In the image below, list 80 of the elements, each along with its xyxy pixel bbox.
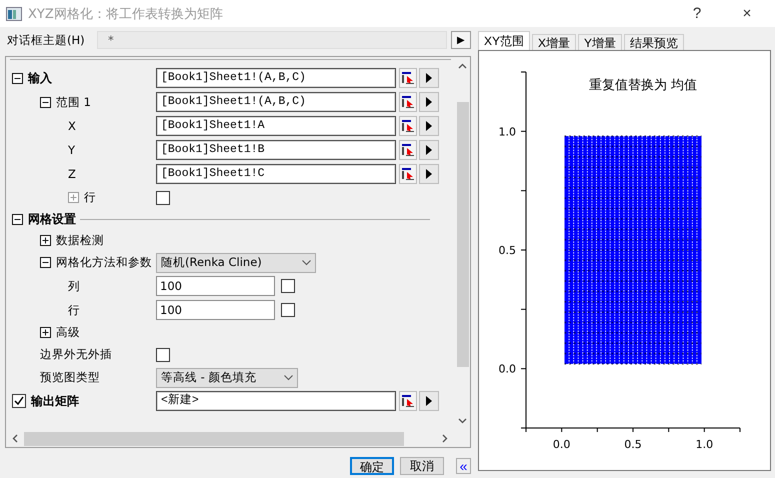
chart-title: 重复值替换为 均值 xyxy=(588,78,698,93)
arrow-button[interactable] xyxy=(419,164,439,184)
collapse-icon[interactable] xyxy=(12,72,23,84)
select-range-icon[interactable] xyxy=(399,92,417,112)
tab[interactable]: 结果预览 xyxy=(624,34,684,50)
row-label: 边界外无外插 xyxy=(40,347,112,362)
play-icon xyxy=(426,121,432,131)
window-title: XYZ网格化：将工作表转换为矩阵 xyxy=(28,6,224,22)
x-tick-label: 0.5 xyxy=(624,438,642,451)
number-field[interactable]: 100 xyxy=(156,276,275,296)
number-field[interactable]: 100 xyxy=(156,300,275,320)
select-range-icon[interactable] xyxy=(399,140,417,160)
select-range-icon[interactable] xyxy=(399,164,417,184)
y-tick-label: 1.0 xyxy=(498,125,516,138)
play-icon xyxy=(426,169,432,179)
checkbox[interactable] xyxy=(281,279,295,293)
play-icon xyxy=(426,97,432,107)
help-button[interactable]: ? xyxy=(675,5,719,22)
theme-field[interactable]: * xyxy=(97,31,447,49)
play-icon xyxy=(426,145,432,155)
dropdown[interactable]: 随机(Renka Cline) xyxy=(156,252,316,272)
range-field[interactable]: [Book1]Sheet1!A xyxy=(156,116,396,136)
arrow-button[interactable] xyxy=(419,391,439,411)
row-label: 网格化方法和参数 xyxy=(56,255,152,270)
row-label: 预览图类型 xyxy=(40,370,100,385)
theme-label: 对话框主题(H) xyxy=(7,32,86,48)
scroll-down-icon[interactable] xyxy=(458,416,467,425)
range-field[interactable]: [Book1]Sheet1!C xyxy=(156,164,396,184)
row-label: 高级 xyxy=(56,325,80,340)
row-label: Z xyxy=(68,167,76,181)
scroll-up-icon[interactable] xyxy=(458,62,467,71)
row-label: 列 xyxy=(68,278,80,294)
row-label: 行 xyxy=(68,302,80,318)
tab[interactable]: X增量 xyxy=(532,34,576,50)
arrow-button[interactable] xyxy=(419,116,439,136)
y-tick-label: 0.0 xyxy=(498,362,516,376)
ok-button[interactable]: 确定 xyxy=(350,457,394,475)
checkbox[interactable] xyxy=(156,348,170,362)
arrow-button[interactable] xyxy=(419,92,439,112)
range-field[interactable]: <新建> xyxy=(156,391,396,411)
arrow-button[interactable] xyxy=(419,68,439,88)
collapse-icon[interactable] xyxy=(12,214,23,225)
scroll-left-icon[interactable] xyxy=(11,434,20,443)
row-label: 范围 1 xyxy=(56,94,91,110)
range-field[interactable]: [Book1]Sheet1!B xyxy=(156,140,396,160)
dropdown[interactable]: 等高线 - 颜色填充 xyxy=(156,368,298,388)
row-label: 输入 xyxy=(28,70,52,86)
y-tick-label: 0.5 xyxy=(498,244,516,257)
play-icon xyxy=(426,73,432,83)
tab[interactable]: XY范围 xyxy=(478,31,530,50)
range-field[interactable]: [Book1]Sheet1!(A,B,C) xyxy=(156,68,396,88)
section-label: 网格设置 xyxy=(28,211,76,228)
theme-arrow-button[interactable]: ▶ xyxy=(451,31,471,49)
tab[interactable]: Y增量 xyxy=(578,34,622,50)
caret-icon xyxy=(284,374,293,380)
caret-icon xyxy=(302,260,311,266)
close-button[interactable]: × xyxy=(725,5,769,22)
play-icon xyxy=(426,396,432,406)
arrow-button[interactable] xyxy=(419,140,439,160)
checkbox[interactable] xyxy=(281,303,295,317)
scroll-right-icon[interactable] xyxy=(440,434,449,443)
select-range-icon[interactable] xyxy=(399,116,417,136)
row-label: 数据检测 xyxy=(56,233,104,248)
row-label: 输出矩阵 xyxy=(31,392,79,410)
row-label: 行 xyxy=(84,190,96,205)
expand-icon[interactable] xyxy=(40,327,51,338)
x-tick-label: 0.0 xyxy=(552,438,570,451)
x-tick-label: 1.0 xyxy=(696,438,714,451)
checkbox[interactable] xyxy=(12,394,26,408)
range-field[interactable]: [Book1]Sheet1!(A,B,C) xyxy=(156,92,396,112)
app-icon xyxy=(6,6,22,20)
cancel-button[interactable]: 取消 xyxy=(400,457,444,475)
collapse-button[interactable]: « xyxy=(456,458,471,474)
collapse-icon[interactable] xyxy=(40,257,51,268)
row-label: X xyxy=(68,119,76,133)
row-label: Y xyxy=(68,143,76,157)
collapse-icon[interactable] xyxy=(40,96,51,108)
select-range-icon[interactable] xyxy=(399,68,417,88)
expand-icon[interactable] xyxy=(40,235,51,246)
select-range-icon[interactable] xyxy=(399,391,417,411)
